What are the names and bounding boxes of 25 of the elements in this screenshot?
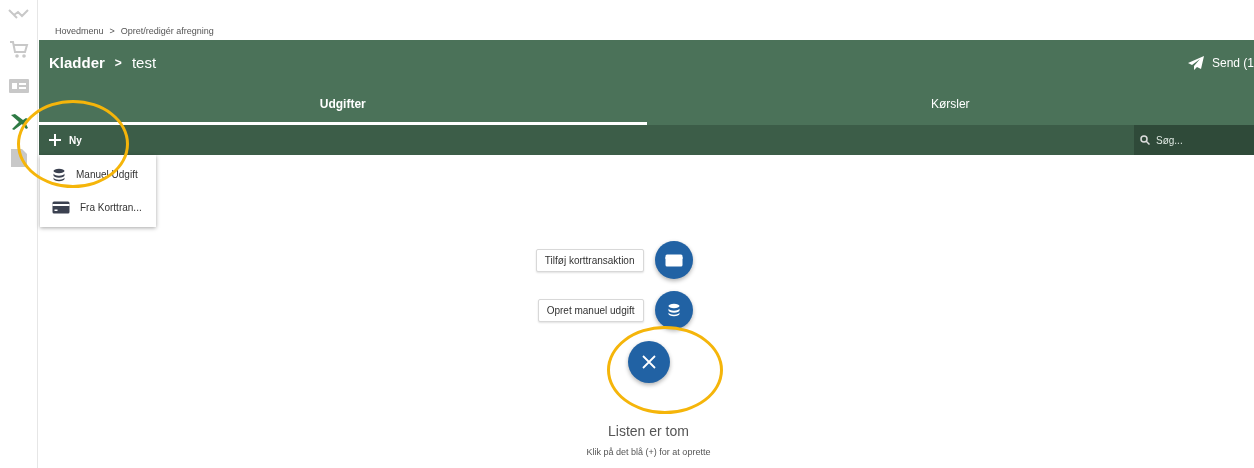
search-field[interactable]: Søg... [1134, 125, 1254, 155]
action-label-button[interactable]: Opret manuel udgift [537, 298, 644, 322]
close-icon [641, 355, 656, 369]
breadcrumb-link[interactable]: Hovedmenu [55, 26, 104, 36]
plus-icon [49, 134, 61, 146]
database-icon [666, 303, 681, 317]
new-button[interactable]: Ny [39, 125, 92, 155]
empty-state-title: Listen er tom [608, 423, 689, 439]
close-button[interactable] [627, 341, 670, 383]
breadcrumb-separator: > [114, 55, 122, 70]
database-icon [52, 167, 66, 182]
tab[interactable]: Kørsler [646, 85, 1254, 125]
card-action-button[interactable] [654, 241, 693, 279]
breadcrumb-link[interactable]: Opret/redigér afregning [120, 26, 214, 36]
action-label-button[interactable]: Tilføj korttransaktion [535, 248, 644, 272]
menu-item[interactable]: Fra Korttran... [40, 191, 156, 224]
paper-plane-icon [1187, 55, 1204, 70]
send-button[interactable]: Send (1 [1187, 55, 1254, 70]
menu-item[interactable]: Manuel Udgift [40, 158, 156, 191]
search-icon [1140, 135, 1150, 145]
breadcrumb-separator: > [109, 26, 115, 36]
header-subtitle: test [131, 54, 157, 71]
empty-state-hint: Klik på det blå (+) for at oprette [586, 447, 711, 457]
database-action-button[interactable] [654, 291, 693, 329]
header-title[interactable]: Kladder [49, 54, 105, 71]
